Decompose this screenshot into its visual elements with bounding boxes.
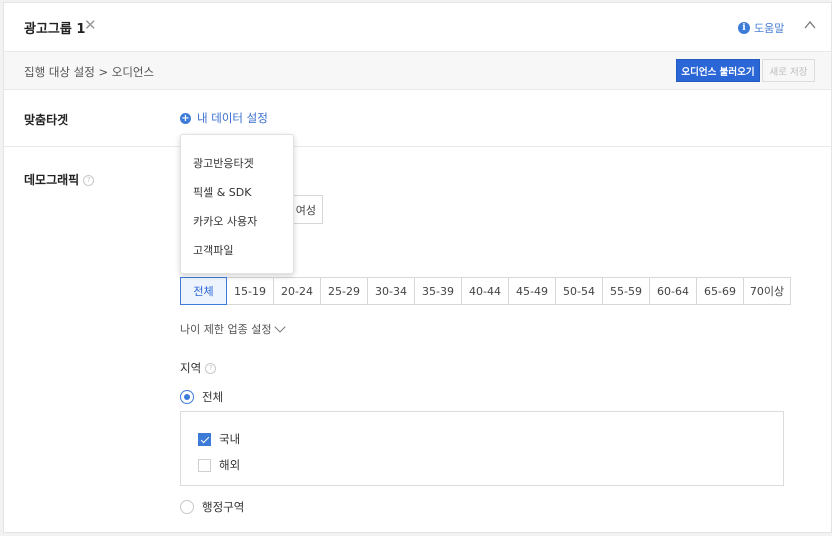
load-audience-button[interactable]: 오디언스 불러오기 bbox=[676, 59, 760, 82]
domestic-checkbox[interactable] bbox=[198, 432, 211, 446]
region-options-box: 국내 해외 bbox=[180, 411, 784, 486]
help-label: 도움말 bbox=[754, 22, 785, 35]
age-option[interactable]: 50-54 bbox=[555, 277, 603, 305]
age-option[interactable]: 55-59 bbox=[602, 277, 650, 305]
menu-item-ad-response-target[interactable]: 광고반응타겟 bbox=[193, 155, 254, 171]
add-data-label: 내 데이터 설정 bbox=[197, 111, 268, 125]
radio-label: 행정구역 bbox=[202, 500, 245, 514]
region-label: 지역? bbox=[180, 360, 217, 376]
radio-button[interactable] bbox=[180, 390, 194, 404]
age-option[interactable]: 60-64 bbox=[649, 277, 697, 305]
region-label-text: 지역 bbox=[180, 361, 202, 375]
menu-item-customer-file[interactable]: 고객파일 bbox=[193, 242, 233, 258]
breadcrumb-bar: 집행 대상 설정 > 오디언스 오디언스 불러오기 새로 저장 bbox=[4, 52, 831, 90]
gender-option-label: 여성 bbox=[295, 203, 316, 217]
age-option[interactable]: 전체 bbox=[180, 277, 227, 305]
age-option[interactable]: 15-19 bbox=[226, 277, 274, 305]
custom-target-label: 맞춤타겟 bbox=[24, 113, 69, 127]
add-my-data-button[interactable]: + 내 데이터 설정 bbox=[180, 110, 268, 126]
radio-button[interactable] bbox=[180, 500, 194, 514]
checkbox-label: 해외 bbox=[219, 458, 241, 472]
age-option[interactable]: 45-49 bbox=[508, 277, 556, 305]
question-icon[interactable]: ? bbox=[83, 175, 95, 186]
divider bbox=[4, 146, 831, 147]
ad-group-panel: 광고그룹 1 ✕ i 도움말 집행 대상 설정 > 오디언스 오디언스 불러오기… bbox=[3, 2, 832, 533]
age-option[interactable]: 40-44 bbox=[461, 277, 509, 305]
checkbox-label: 국내 bbox=[219, 432, 241, 446]
age-selector: 전체 15-19 20-24 25-29 30-34 35-39 40-44 4… bbox=[180, 277, 791, 305]
age-option[interactable]: 70이상 bbox=[743, 277, 791, 305]
domestic-checkbox-row[interactable]: 국내 bbox=[198, 431, 240, 447]
age-limit-label: 나이 제한 업종 설정 bbox=[180, 323, 272, 336]
ad-group-title: 광고그룹 1 bbox=[24, 22, 86, 37]
age-option[interactable]: 30-34 bbox=[367, 277, 415, 305]
region-all-radio[interactable]: 전체 bbox=[180, 389, 223, 405]
overseas-checkbox-row[interactable]: 해외 bbox=[198, 457, 240, 473]
breadcrumb: 집행 대상 설정 > 오디언스 bbox=[24, 65, 155, 79]
age-option[interactable]: 20-24 bbox=[273, 277, 321, 305]
info-icon: i bbox=[738, 22, 750, 34]
age-option[interactable]: 25-29 bbox=[320, 277, 368, 305]
age-limit-toggle[interactable]: 나이 제한 업종 설정 bbox=[180, 321, 287, 337]
menu-item-kakao-user[interactable]: 카카오 사용자 bbox=[193, 213, 257, 229]
question-icon[interactable]: ? bbox=[205, 363, 217, 374]
demographic-label-text: 데모그래픽 bbox=[24, 173, 80, 187]
save-new-button[interactable]: 새로 저장 bbox=[762, 59, 815, 82]
gender-option-female[interactable]: 여성 bbox=[292, 195, 323, 224]
chevron-up-icon[interactable] bbox=[804, 19, 816, 31]
age-option[interactable]: 35-39 bbox=[414, 277, 462, 305]
plus-icon: + bbox=[180, 112, 191, 124]
region-admin-district-radio[interactable]: 행정구역 bbox=[180, 499, 244, 515]
my-data-dropdown-menu: 광고반응타겟 픽셀 & SDK 카카오 사용자 고객파일 bbox=[180, 134, 294, 274]
menu-item-pixel-sdk[interactable]: 픽셀 & SDK bbox=[193, 184, 251, 200]
close-icon[interactable]: ✕ bbox=[84, 17, 97, 33]
help-link[interactable]: i 도움말 bbox=[738, 21, 784, 35]
overseas-checkbox[interactable] bbox=[198, 458, 211, 472]
chevron-down-icon bbox=[274, 321, 287, 333]
panel-header: 광고그룹 1 ✕ i 도움말 bbox=[4, 3, 831, 52]
demographic-label: 데모그래픽? bbox=[24, 171, 95, 188]
radio-label: 전체 bbox=[202, 390, 224, 404]
age-option[interactable]: 65-69 bbox=[696, 277, 744, 305]
